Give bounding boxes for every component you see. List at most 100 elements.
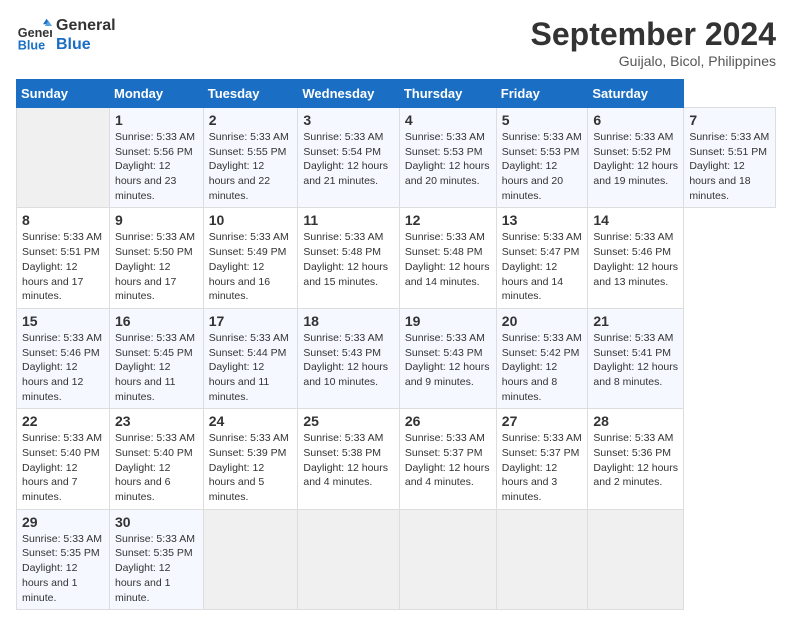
weekday-header: Tuesday bbox=[203, 80, 298, 108]
weekday-header: Thursday bbox=[399, 80, 496, 108]
day-number: 7 bbox=[689, 112, 770, 128]
day-info: Sunrise: 5:33 AMSunset: 5:48 PMDaylight:… bbox=[303, 231, 388, 287]
day-number: 15 bbox=[22, 313, 104, 329]
calendar-day-cell: 25 Sunrise: 5:33 AMSunset: 5:38 PMDaylig… bbox=[298, 409, 399, 509]
calendar-day-cell: 26 Sunrise: 5:33 AMSunset: 5:37 PMDaylig… bbox=[399, 409, 496, 509]
day-number: 30 bbox=[115, 514, 198, 530]
calendar-day-cell: 16 Sunrise: 5:33 AMSunset: 5:45 PMDaylig… bbox=[110, 308, 204, 408]
day-info: Sunrise: 5:33 AMSunset: 5:44 PMDaylight:… bbox=[209, 332, 289, 403]
calendar-week-row: 29 Sunrise: 5:33 AMSunset: 5:35 PMDaylig… bbox=[17, 509, 776, 609]
day-info: Sunrise: 5:33 AMSunset: 5:46 PMDaylight:… bbox=[593, 231, 678, 287]
calendar-week-row: 8 Sunrise: 5:33 AMSunset: 5:51 PMDayligh… bbox=[17, 208, 776, 308]
calendar-day-cell: 30 Sunrise: 5:33 AMSunset: 5:35 PMDaylig… bbox=[110, 509, 204, 609]
calendar-week-row: 22 Sunrise: 5:33 AMSunset: 5:40 PMDaylig… bbox=[17, 409, 776, 509]
calendar-day-cell: 9 Sunrise: 5:33 AMSunset: 5:50 PMDayligh… bbox=[110, 208, 204, 308]
weekday-header: Sunday bbox=[17, 80, 110, 108]
day-number: 16 bbox=[115, 313, 198, 329]
day-number: 10 bbox=[209, 212, 293, 228]
calendar-day-cell: 12 Sunrise: 5:33 AMSunset: 5:48 PMDaylig… bbox=[399, 208, 496, 308]
day-number: 29 bbox=[22, 514, 104, 530]
header: General Blue General Blue September 2024… bbox=[16, 16, 776, 69]
weekday-header: Friday bbox=[496, 80, 588, 108]
calendar-day-cell: 20 Sunrise: 5:33 AMSunset: 5:42 PMDaylig… bbox=[496, 308, 588, 408]
calendar-day-cell: 4 Sunrise: 5:33 AMSunset: 5:53 PMDayligh… bbox=[399, 108, 496, 208]
day-number: 2 bbox=[209, 112, 293, 128]
calendar-day-cell: 27 Sunrise: 5:33 AMSunset: 5:37 PMDaylig… bbox=[496, 409, 588, 509]
calendar-day-cell: 18 Sunrise: 5:33 AMSunset: 5:43 PMDaylig… bbox=[298, 308, 399, 408]
day-info: Sunrise: 5:33 AMSunset: 5:38 PMDaylight:… bbox=[303, 432, 388, 488]
day-number: 21 bbox=[593, 313, 678, 329]
calendar-day-cell: 29 Sunrise: 5:33 AMSunset: 5:35 PMDaylig… bbox=[17, 509, 110, 609]
calendar-day-cell: 7 Sunrise: 5:33 AMSunset: 5:51 PMDayligh… bbox=[684, 108, 776, 208]
calendar-day-cell bbox=[298, 509, 399, 609]
weekday-row: SundayMondayTuesdayWednesdayThursdayFrid… bbox=[17, 80, 776, 108]
logo-icon: General Blue bbox=[16, 17, 52, 53]
day-info: Sunrise: 5:33 AMSunset: 5:51 PMDaylight:… bbox=[689, 131, 769, 202]
day-number: 26 bbox=[405, 413, 491, 429]
day-number: 24 bbox=[209, 413, 293, 429]
day-info: Sunrise: 5:33 AMSunset: 5:48 PMDaylight:… bbox=[405, 231, 490, 287]
calendar-week-row: 15 Sunrise: 5:33 AMSunset: 5:46 PMDaylig… bbox=[17, 308, 776, 408]
day-info: Sunrise: 5:33 AMSunset: 5:36 PMDaylight:… bbox=[593, 432, 678, 488]
day-info: Sunrise: 5:33 AMSunset: 5:40 PMDaylight:… bbox=[22, 432, 102, 503]
day-info: Sunrise: 5:33 AMSunset: 5:43 PMDaylight:… bbox=[405, 332, 490, 388]
svg-text:Blue: Blue bbox=[18, 39, 45, 53]
empty-cell bbox=[17, 108, 110, 208]
day-info: Sunrise: 5:33 AMSunset: 5:51 PMDaylight:… bbox=[22, 231, 102, 302]
day-number: 12 bbox=[405, 212, 491, 228]
day-info: Sunrise: 5:33 AMSunset: 5:40 PMDaylight:… bbox=[115, 432, 195, 503]
calendar-day-cell: 23 Sunrise: 5:33 AMSunset: 5:40 PMDaylig… bbox=[110, 409, 204, 509]
day-info: Sunrise: 5:33 AMSunset: 5:35 PMDaylight:… bbox=[115, 533, 195, 604]
calendar-day-cell bbox=[588, 509, 684, 609]
day-info: Sunrise: 5:33 AMSunset: 5:35 PMDaylight:… bbox=[22, 533, 102, 604]
day-info: Sunrise: 5:33 AMSunset: 5:45 PMDaylight:… bbox=[115, 332, 195, 403]
calendar-day-cell bbox=[496, 509, 588, 609]
logo-text-general: General bbox=[56, 16, 116, 35]
day-number: 18 bbox=[303, 313, 393, 329]
calendar-day-cell: 6 Sunrise: 5:33 AMSunset: 5:52 PMDayligh… bbox=[588, 108, 684, 208]
logo-text-blue: Blue bbox=[56, 35, 116, 54]
location: Guijalo, Bicol, Philippines bbox=[531, 53, 776, 69]
day-number: 4 bbox=[405, 112, 491, 128]
calendar-day-cell: 28 Sunrise: 5:33 AMSunset: 5:36 PMDaylig… bbox=[588, 409, 684, 509]
calendar-day-cell: 17 Sunrise: 5:33 AMSunset: 5:44 PMDaylig… bbox=[203, 308, 298, 408]
day-info: Sunrise: 5:33 AMSunset: 5:37 PMDaylight:… bbox=[502, 432, 582, 503]
calendar-day-cell: 21 Sunrise: 5:33 AMSunset: 5:41 PMDaylig… bbox=[588, 308, 684, 408]
day-info: Sunrise: 5:33 AMSunset: 5:50 PMDaylight:… bbox=[115, 231, 195, 302]
weekday-header: Saturday bbox=[588, 80, 684, 108]
day-info: Sunrise: 5:33 AMSunset: 5:52 PMDaylight:… bbox=[593, 131, 678, 187]
logo: General Blue General Blue bbox=[16, 16, 116, 54]
day-info: Sunrise: 5:33 AMSunset: 5:43 PMDaylight:… bbox=[303, 332, 388, 388]
weekday-header: Monday bbox=[110, 80, 204, 108]
day-number: 9 bbox=[115, 212, 198, 228]
day-number: 8 bbox=[22, 212, 104, 228]
day-info: Sunrise: 5:33 AMSunset: 5:49 PMDaylight:… bbox=[209, 231, 289, 302]
weekday-header: Wednesday bbox=[298, 80, 399, 108]
calendar-day-cell: 19 Sunrise: 5:33 AMSunset: 5:43 PMDaylig… bbox=[399, 308, 496, 408]
calendar-day-cell: 3 Sunrise: 5:33 AMSunset: 5:54 PMDayligh… bbox=[298, 108, 399, 208]
day-number: 17 bbox=[209, 313, 293, 329]
day-number: 13 bbox=[502, 212, 583, 228]
calendar-day-cell: 10 Sunrise: 5:33 AMSunset: 5:49 PMDaylig… bbox=[203, 208, 298, 308]
day-number: 1 bbox=[115, 112, 198, 128]
calendar-day-cell: 24 Sunrise: 5:33 AMSunset: 5:39 PMDaylig… bbox=[203, 409, 298, 509]
day-number: 23 bbox=[115, 413, 198, 429]
day-number: 11 bbox=[303, 212, 393, 228]
day-number: 22 bbox=[22, 413, 104, 429]
calendar-day-cell: 13 Sunrise: 5:33 AMSunset: 5:47 PMDaylig… bbox=[496, 208, 588, 308]
calendar-day-cell bbox=[203, 509, 298, 609]
day-info: Sunrise: 5:33 AMSunset: 5:56 PMDaylight:… bbox=[115, 131, 195, 202]
day-number: 28 bbox=[593, 413, 678, 429]
month-title: September 2024 bbox=[531, 16, 776, 53]
day-info: Sunrise: 5:33 AMSunset: 5:46 PMDaylight:… bbox=[22, 332, 102, 403]
calendar-day-cell: 8 Sunrise: 5:33 AMSunset: 5:51 PMDayligh… bbox=[17, 208, 110, 308]
day-number: 19 bbox=[405, 313, 491, 329]
day-info: Sunrise: 5:33 AMSunset: 5:42 PMDaylight:… bbox=[502, 332, 582, 403]
calendar-day-cell: 22 Sunrise: 5:33 AMSunset: 5:40 PMDaylig… bbox=[17, 409, 110, 509]
calendar-table: SundayMondayTuesdayWednesdayThursdayFrid… bbox=[16, 79, 776, 610]
day-info: Sunrise: 5:33 AMSunset: 5:53 PMDaylight:… bbox=[405, 131, 490, 187]
day-number: 27 bbox=[502, 413, 583, 429]
calendar-day-cell: 5 Sunrise: 5:33 AMSunset: 5:53 PMDayligh… bbox=[496, 108, 588, 208]
title-area: September 2024 Guijalo, Bicol, Philippin… bbox=[531, 16, 776, 69]
calendar-day-cell: 14 Sunrise: 5:33 AMSunset: 5:46 PMDaylig… bbox=[588, 208, 684, 308]
